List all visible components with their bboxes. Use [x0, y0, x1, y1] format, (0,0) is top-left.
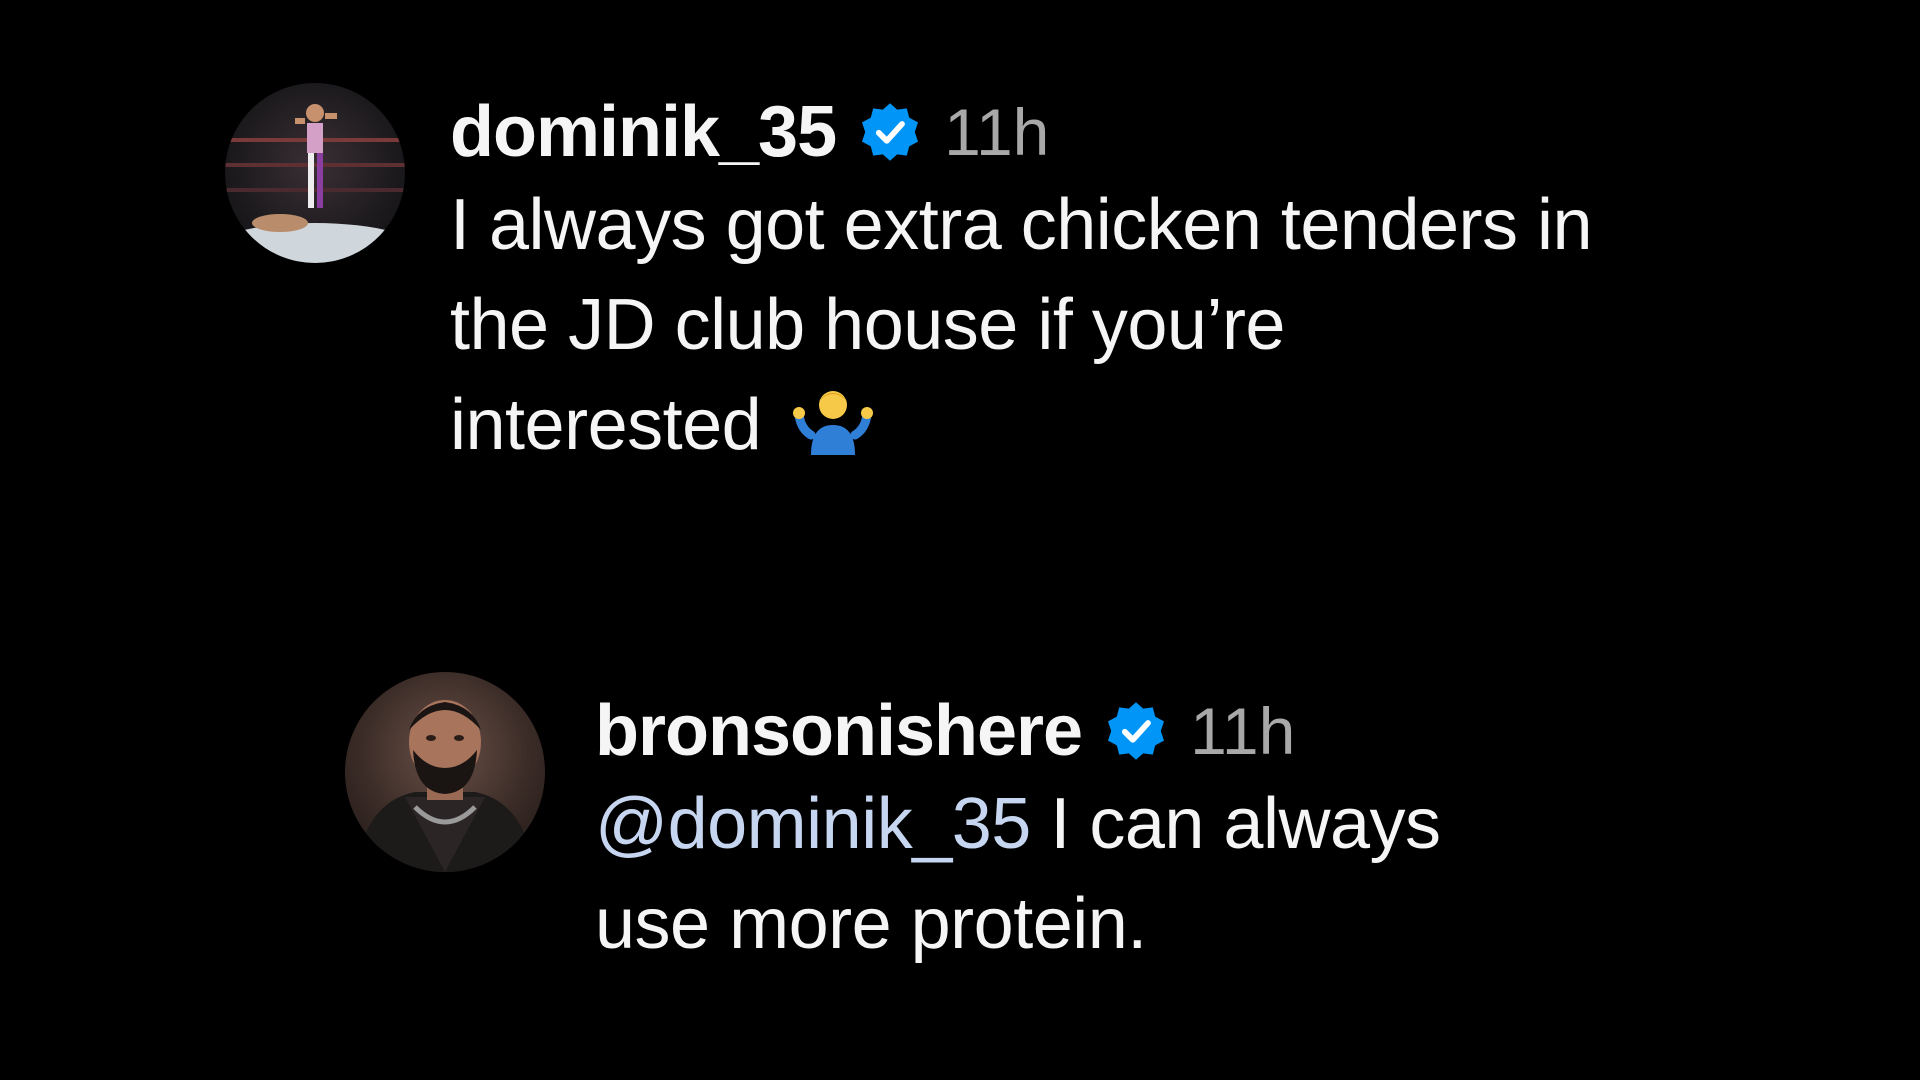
timestamp: 11h — [944, 95, 1050, 169]
comment-text-line: I always got extra chicken tenders in — [450, 185, 1593, 265]
person-shrugging-emoji — [793, 381, 874, 455]
username[interactable]: dominik_35 — [450, 91, 837, 173]
comment-header: dominik_35 11h — [450, 91, 1740, 173]
reply-comment: bronsonishere 11h @dominik_35 I can alwa… — [345, 672, 1745, 974]
verified-badge-icon — [858, 100, 922, 164]
comment-text-fragment: I can always — [1030, 784, 1441, 864]
mention-link[interactable]: @dominik_35 — [595, 784, 1031, 864]
comment-text-line: use more protein. — [595, 884, 1147, 964]
comment-text-line: the JD club house if you’re — [450, 285, 1285, 365]
avatar-image — [225, 104, 405, 263]
avatar-image — [355, 700, 535, 872]
comment-body: dominik_35 11h I always got extra chicke… — [450, 91, 1740, 475]
comment-text-line: interested — [450, 375, 1740, 475]
comment-text: @dominik_35 I can always use more protei… — [595, 774, 1725, 974]
comment-body: bronsonishere 11h @dominik_35 I can alwa… — [595, 690, 1725, 974]
avatar[interactable] — [225, 83, 405, 263]
comment-header: bronsonishere 11h — [595, 690, 1725, 772]
avatar[interactable] — [345, 672, 545, 872]
comment-text-line: @dominik_35 I can always — [595, 774, 1725, 874]
timestamp: 11h — [1190, 694, 1296, 768]
comment-text-fragment: interested — [450, 385, 762, 465]
comment-text: I always got extra chicken tenders in th… — [450, 175, 1740, 475]
comment: dominik_35 11h I always got extra chicke… — [225, 83, 1725, 475]
verified-badge-icon — [1104, 699, 1168, 763]
comment-thread: dominik_35 11h I always got extra chicke… — [0, 0, 1920, 1080]
username[interactable]: bronsonishere — [595, 690, 1083, 772]
